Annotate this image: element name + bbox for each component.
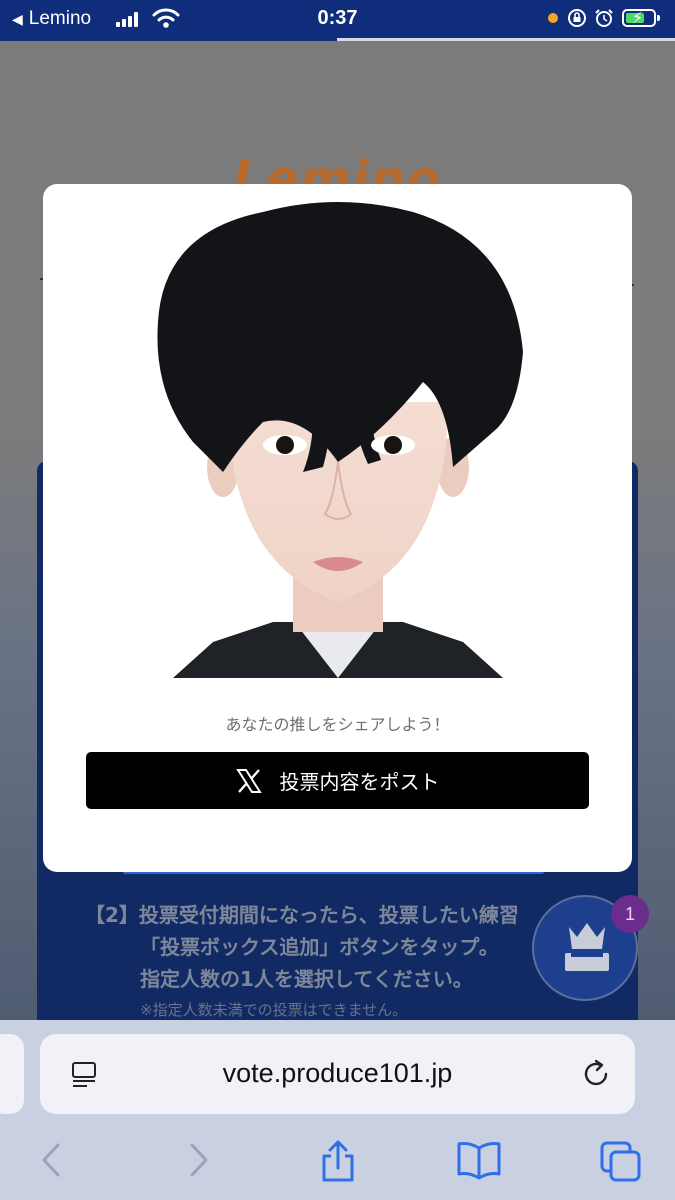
crown-ballot-box-icon xyxy=(565,923,609,971)
step2-note: ※指定人数未満での投票はできません。 xyxy=(140,1001,408,1019)
status-bar: ◀ Lemino 0:37 ⚡ xyxy=(0,0,675,38)
page-load-progress xyxy=(0,38,337,41)
step2-line1: 【2】投票受付期間になったら、投票したい練習 xyxy=(85,903,519,927)
address-bar[interactable]: vote.produce101.jp xyxy=(40,1034,635,1114)
previous-tab-peek[interactable] xyxy=(0,1034,24,1114)
browser-chrome: vote.produce101.jp xyxy=(0,1020,675,1200)
tabs-icon[interactable] xyxy=(599,1140,643,1184)
vote-count-badge: 1 xyxy=(611,895,649,933)
x-logo-icon xyxy=(235,768,262,793)
share-modal: あなたの推しをシェアしよう！ 投票内容をポスト xyxy=(43,184,632,872)
share-prompt: あなたの推しをシェアしよう！ xyxy=(225,715,450,734)
share-icon[interactable] xyxy=(318,1140,358,1184)
post-vote-button[interactable]: 投票内容をポスト xyxy=(86,752,589,809)
url-text[interactable]: vote.produce101.jp xyxy=(40,1058,635,1089)
browser-toolbar xyxy=(0,1132,675,1192)
bookmarks-icon[interactable] xyxy=(456,1140,502,1180)
member-photo xyxy=(157,202,523,678)
reload-icon[interactable] xyxy=(580,1058,612,1090)
post-vote-label: 投票内容をポスト xyxy=(279,770,440,794)
battery-icon: ⚡ xyxy=(622,8,660,27)
rotation-lock-icon xyxy=(568,9,586,27)
back-icon[interactable] xyxy=(38,1140,66,1180)
charging-bolt-icon: ⚡ xyxy=(632,8,644,27)
forward-icon[interactable] xyxy=(184,1140,212,1180)
alarm-icon xyxy=(595,9,613,27)
privacy-indicator-dot xyxy=(548,13,558,23)
